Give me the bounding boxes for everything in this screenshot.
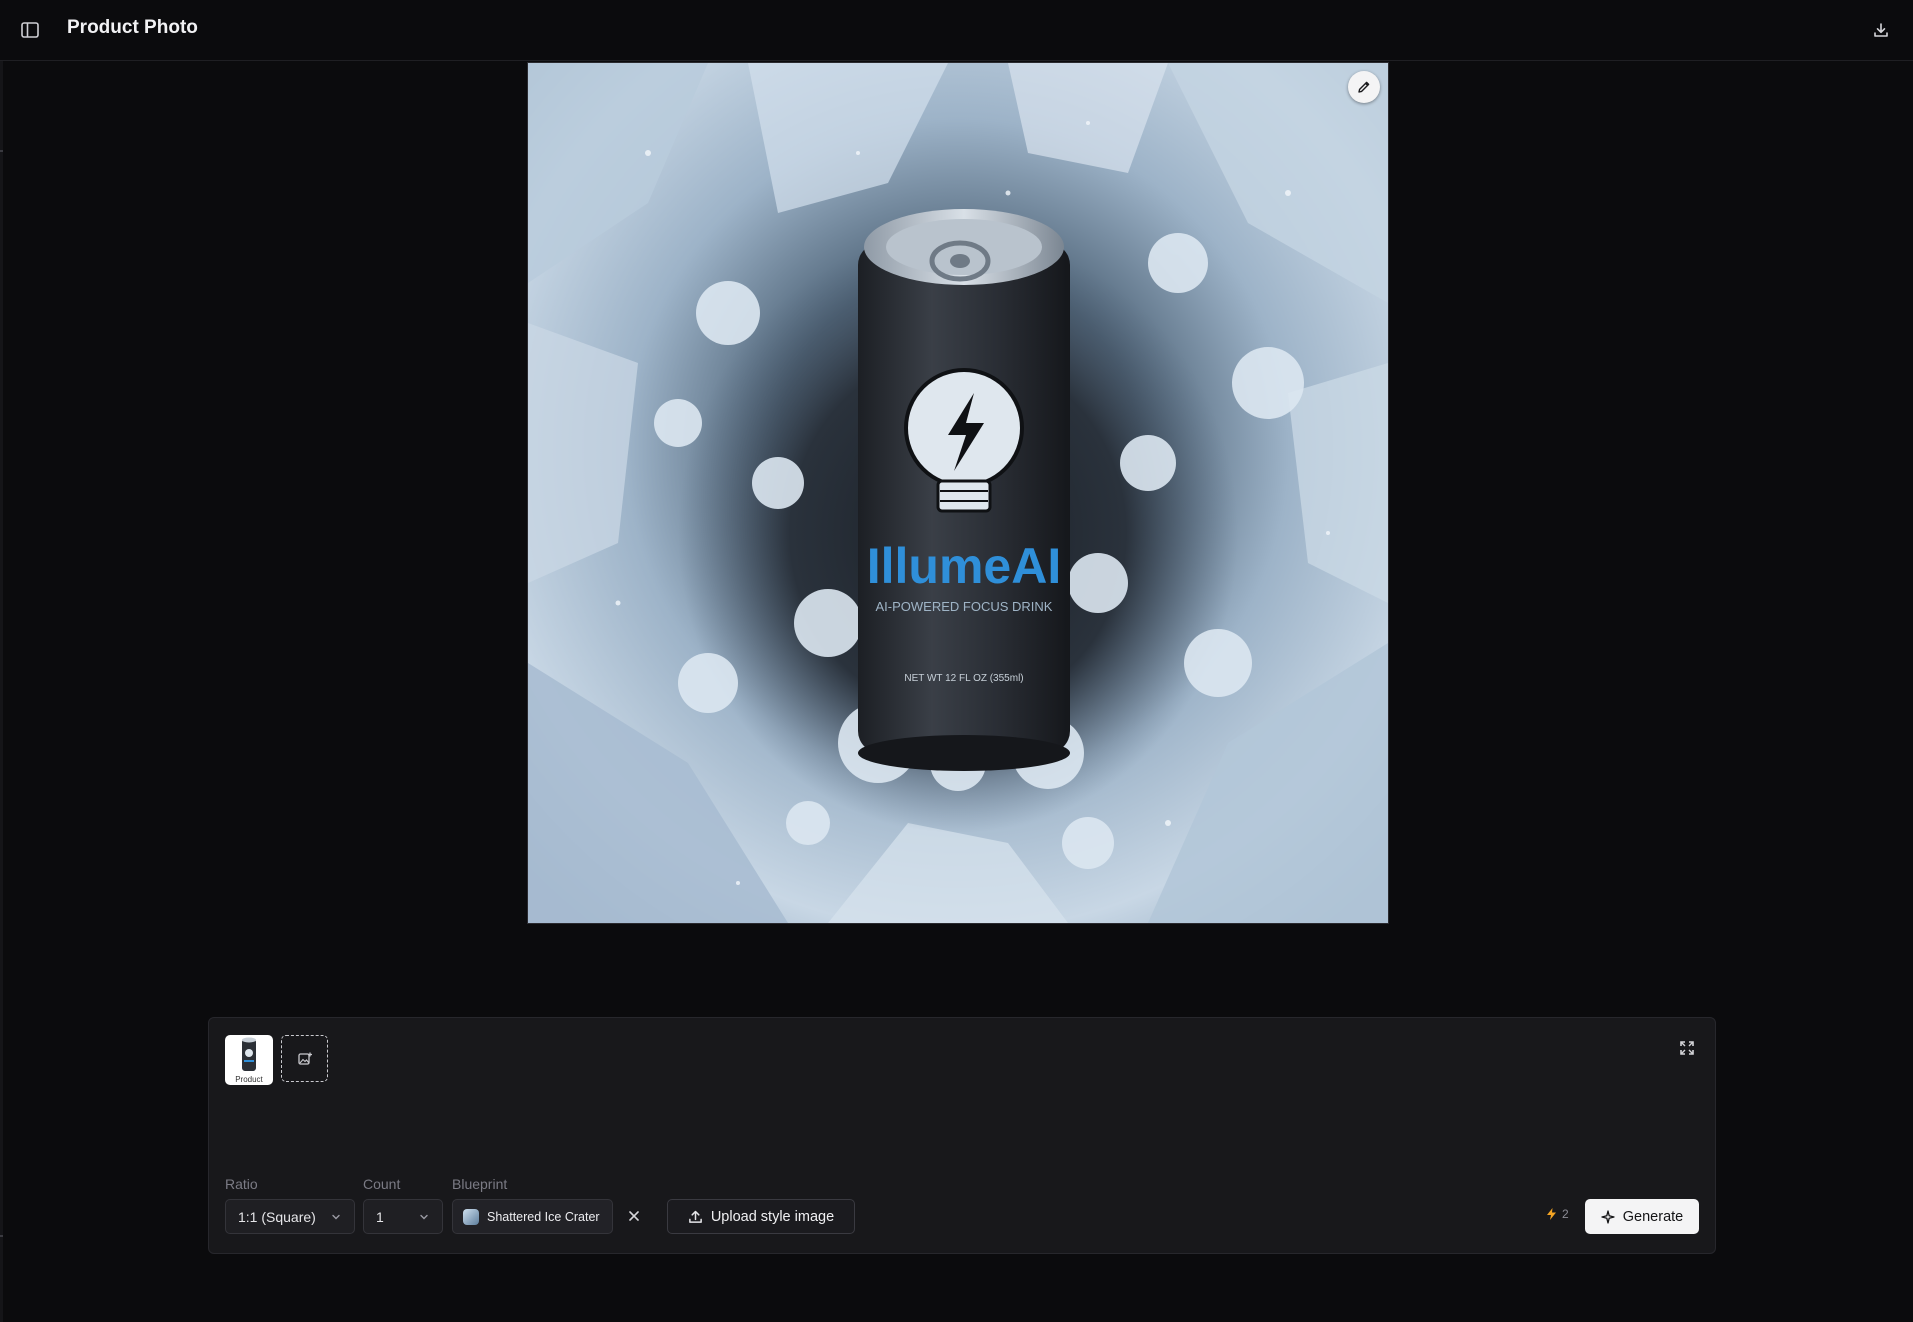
- close-icon: [629, 1211, 639, 1221]
- count-value: 1: [376, 1208, 384, 1225]
- thumbnail-label: Product: [235, 1075, 263, 1084]
- clear-blueprint-button[interactable]: [624, 1206, 644, 1226]
- add-image-icon: [297, 1052, 312, 1065]
- generate-button[interactable]: Generate: [1585, 1199, 1699, 1234]
- expand-icon[interactable]: [1677, 1038, 1697, 1058]
- count-select[interactable]: 1: [363, 1199, 443, 1234]
- blueprint-value: Shattered Ice Crater: [487, 1209, 600, 1224]
- can-tagline-text: AI-POWERED FOCUS DRINK: [876, 599, 1053, 614]
- top-bar: Product Photo: [0, 0, 1913, 61]
- credits-count: 2: [1562, 1207, 1569, 1221]
- page-title: Product Photo: [67, 17, 198, 38]
- upload-style-image-button[interactable]: Upload style image: [667, 1199, 855, 1234]
- rail-marker: [0, 150, 3, 152]
- sidebar-toggle-icon[interactable]: [19, 19, 41, 41]
- left-rail: [0, 61, 3, 1322]
- sparkle-icon: [1601, 1209, 1615, 1224]
- upload-icon: [688, 1210, 702, 1223]
- ratio-value: 1:1 (Square): [238, 1208, 316, 1225]
- drink-can: IllumeAI AI-POWERED FOCUS DRINK NET WT 1…: [858, 209, 1070, 771]
- lightning-bolt-icon: [1547, 1208, 1556, 1220]
- product-photo-illustration: IllumeAI AI-POWERED FOCUS DRINK NET WT 1…: [528, 63, 1388, 923]
- can-netwt-text: NET WT 12 FL OZ (355ml): [904, 673, 1023, 684]
- prompt-panel: Product Ratio 1:1 (Square) Count 1 Bluep…: [208, 1017, 1716, 1254]
- can-brand-text: IllumeAI: [867, 538, 1061, 594]
- add-image-button[interactable]: [281, 1035, 328, 1082]
- count-label: Count: [363, 1176, 401, 1192]
- chevron-down-icon: [420, 1214, 428, 1220]
- download-icon[interactable]: [1869, 18, 1893, 42]
- generated-product-image[interactable]: IllumeAI AI-POWERED FOCUS DRINK NET WT 1…: [527, 62, 1389, 924]
- blueprint-label: Blueprint: [452, 1176, 508, 1192]
- chevron-down-icon: [332, 1214, 340, 1220]
- credits-indicator: 2: [1545, 1207, 1569, 1221]
- product-thumbnail[interactable]: Product: [225, 1035, 273, 1085]
- blueprint-thumbnail-icon: [463, 1208, 479, 1225]
- upload-style-label: Upload style image: [710, 1208, 835, 1225]
- pencil-icon: [1358, 81, 1370, 93]
- product-thumbnail-image: [242, 1037, 256, 1071]
- ratio-label: Ratio: [225, 1176, 258, 1192]
- generate-label: Generate: [1622, 1208, 1684, 1225]
- ratio-select[interactable]: 1:1 (Square): [225, 1199, 355, 1234]
- blueprint-chip[interactable]: Shattered Ice Crater: [452, 1199, 613, 1234]
- rail-marker: [0, 1235, 3, 1237]
- edit-image-button[interactable]: [1348, 71, 1380, 103]
